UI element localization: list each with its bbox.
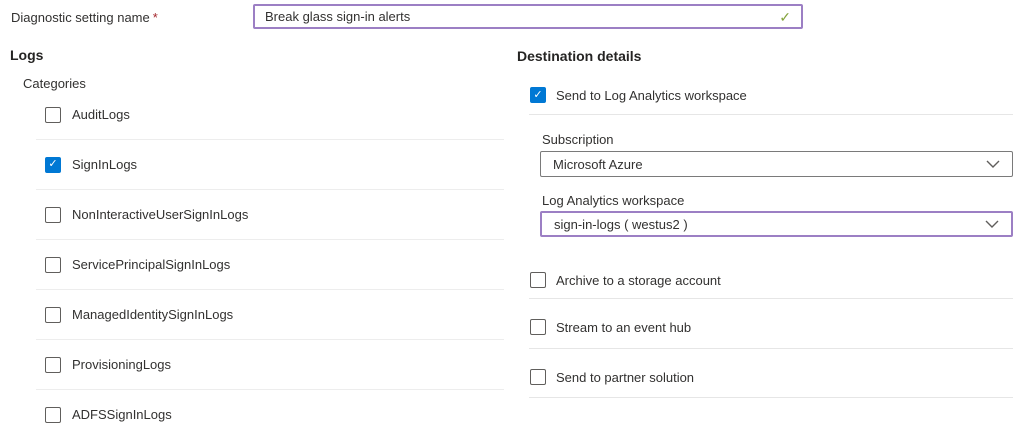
category-label: ProvisioningLogs (72, 357, 172, 372)
category-label: ManagedIdentitySignInLogs (72, 307, 234, 322)
chevron-down-icon (985, 220, 999, 228)
option-label: Archive to a storage account (556, 272, 721, 288)
checkbox-noninteractiveusersigninlogs[interactable] (45, 206, 61, 223)
workspace-value: sign-in-logs ( westus2 ) (554, 216, 688, 232)
checkbox-signinlogs[interactable] (45, 156, 61, 173)
option-row-log-analytics[interactable]: Send to Log Analytics workspace (530, 87, 747, 103)
option-row-storage-account[interactable]: Archive to a storage account (530, 272, 721, 288)
category-label: ServicePrincipalSignInLogs (72, 257, 231, 272)
category-row-provisioninglogs[interactable]: ProvisioningLogs (36, 340, 504, 390)
checkbox-auditlogs[interactable] (45, 106, 61, 123)
valid-checkmark-icon: ✓ (779, 8, 791, 25)
checkbox-provisioninglogs[interactable] (45, 356, 61, 373)
checkbox-archive-storage[interactable] (530, 272, 546, 288)
log-analytics-workspace-label: Log Analytics workspace (542, 193, 685, 208)
checkbox-serviceprincipalsigninlogs[interactable] (45, 256, 61, 273)
option-label: Send to Log Analytics workspace (556, 87, 747, 103)
chevron-down-icon (986, 160, 1000, 168)
divider (529, 298, 1013, 299)
category-label: ADFSSignInLogs (72, 407, 172, 422)
categories-label: Categories (23, 76, 86, 91)
divider (529, 397, 1013, 398)
subscription-label: Subscription (542, 132, 614, 147)
diagnostic-setting-name-label: Diagnostic setting name * (11, 10, 158, 25)
category-row-noninteractiveusersigninlogs[interactable]: NonInteractiveUserSignInLogs (36, 190, 504, 240)
checkbox-send-to-log-analytics[interactable] (530, 87, 546, 103)
diagnostic-settings-form: Diagnostic setting name * Break glass sig… (0, 0, 1024, 436)
option-row-event-hub[interactable]: Stream to an event hub (530, 319, 691, 335)
category-label: AuditLogs (72, 107, 130, 122)
category-label: SignInLogs (72, 157, 138, 172)
category-row-signinlogs[interactable]: SignInLogs (36, 140, 504, 190)
log-analytics-workspace-dropdown[interactable]: sign-in-logs ( westus2 ) (540, 211, 1013, 237)
destination-details-title: Destination details (517, 48, 642, 64)
divider (529, 348, 1013, 349)
required-asterisk: * (152, 10, 158, 25)
diagnostic-setting-name-input[interactable]: Break glass sign-in alerts ✓ (253, 4, 803, 29)
logs-section-title: Logs (10, 47, 44, 63)
checkbox-adfssigninlogs[interactable] (45, 406, 61, 423)
subscription-dropdown[interactable]: Microsoft Azure (540, 151, 1013, 177)
checkbox-managedidentitysigninlogs[interactable] (45, 306, 61, 323)
divider (529, 114, 1013, 115)
category-row-adfssigninlogs[interactable]: ADFSSignInLogs (36, 390, 504, 436)
checkbox-stream-event-hub[interactable] (530, 319, 546, 335)
category-label: NonInteractiveUserSignInLogs (72, 207, 249, 222)
checkbox-send-partner-solution[interactable] (530, 369, 546, 385)
category-row-auditlogs[interactable]: AuditLogs (36, 90, 504, 140)
subscription-value: Microsoft Azure (553, 156, 643, 172)
option-label: Send to partner solution (556, 369, 695, 385)
category-row-managedidentitysigninlogs[interactable]: ManagedIdentitySignInLogs (36, 290, 504, 340)
option-label: Stream to an event hub (556, 319, 692, 335)
option-row-partner-solution[interactable]: Send to partner solution (530, 369, 694, 385)
category-row-serviceprincipalsigninlogs[interactable]: ServicePrincipalSignInLogs (36, 240, 504, 290)
diagnostic-setting-name-value: Break glass sign-in alerts (265, 9, 411, 24)
